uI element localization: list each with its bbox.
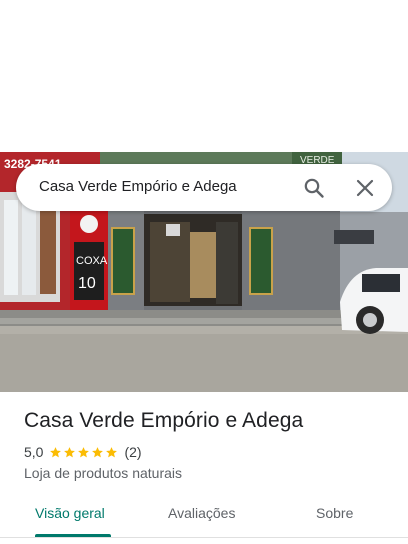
tab-about[interactable]: Sobre: [316, 505, 353, 521]
star-icon: [50, 446, 62, 457]
search-input[interactable]: Casa Verde Empório e Adega: [39, 178, 237, 195]
star-icon: [92, 446, 104, 457]
star-icon: [106, 446, 118, 457]
tab-overview[interactable]: Visão geral: [35, 505, 105, 521]
chalkboard-sign-price: 10: [78, 275, 96, 292]
rating-value: 5,0: [24, 444, 44, 460]
search-bar[interactable]: Casa Verde Empório e Adega: [16, 164, 392, 211]
place-category[interactable]: Loja de produtos naturais: [24, 465, 182, 481]
tab-reviews[interactable]: Avaliações: [168, 505, 235, 521]
review-count[interactable]: (2): [124, 444, 141, 460]
tab-divider: [0, 537, 408, 538]
rating-row[interactable]: 5,0 (2): [24, 443, 142, 461]
place-title: Casa Verde Empório e Adega: [24, 409, 304, 432]
star-rating: [49, 446, 119, 459]
close-icon[interactable]: [353, 176, 377, 200]
star-icon: [64, 446, 76, 457]
tab-bar: Visão geral Avaliações Sobre: [0, 496, 408, 544]
star-icon: [78, 446, 90, 457]
chalkboard-sign-title: COXA: [76, 255, 108, 267]
search-icon[interactable]: [302, 176, 326, 200]
